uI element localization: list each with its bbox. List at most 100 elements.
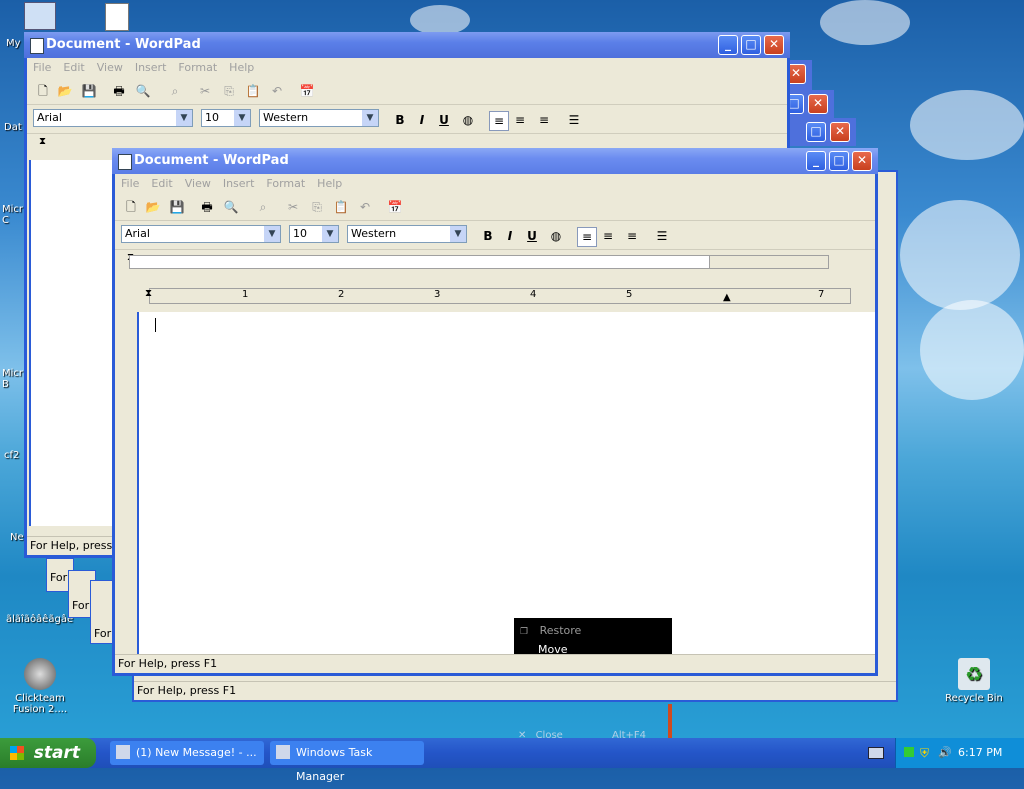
left-indent-marker-icon[interactable]: ⧗ xyxy=(39,136,46,147)
paste-icon[interactable]: 📋 xyxy=(245,83,261,99)
bold-button[interactable]: B xyxy=(391,111,409,129)
document-area[interactable] xyxy=(29,160,115,526)
close-button[interactable]: ✕ xyxy=(808,94,828,114)
cut-icon[interactable]: ✂ xyxy=(285,199,301,215)
save-icon[interactable]: 💾 xyxy=(169,199,185,215)
desktop-icon-label-my[interactable]: My xyxy=(6,38,21,49)
maximize-button[interactable]: □ xyxy=(741,35,761,55)
new-icon[interactable]: 🗋 xyxy=(35,83,51,99)
font-combo[interactable]: Arial ▼ xyxy=(121,225,281,243)
open-icon[interactable]: 📂 xyxy=(145,199,161,215)
chevron-down-icon[interactable]: ▼ xyxy=(322,226,338,242)
title-bar[interactable]: Document - WordPad _ □ ✕ xyxy=(24,32,790,58)
menu-file[interactable]: File xyxy=(115,177,145,190)
size-combo[interactable]: 10 ▼ xyxy=(201,109,251,127)
italic-button[interactable]: I xyxy=(501,227,519,245)
taskbar-item-new-message[interactable]: (1) New Message! - ... xyxy=(110,741,264,765)
bullets-button[interactable]: ☰ xyxy=(565,111,583,129)
desktop-icon-label-ne[interactable]: Ne xyxy=(10,532,24,543)
print-preview-icon[interactable]: 🔍 xyxy=(135,83,151,99)
paint-icon[interactable] xyxy=(105,3,129,31)
color-icon[interactable]: ◍ xyxy=(459,111,477,129)
right-indent-marker-icon[interactable]: ▲ xyxy=(723,292,731,303)
color-icon[interactable]: ◍ xyxy=(547,227,565,245)
network-icon[interactable] xyxy=(904,747,914,757)
align-center-button[interactable]: ≡ xyxy=(599,227,617,245)
menu-help[interactable]: Help xyxy=(311,177,348,190)
insert-datetime-icon[interactable]: 📅 xyxy=(299,83,315,99)
menu-help[interactable]: Help xyxy=(223,61,260,74)
desktop-icon-label-garbled[interactable]: ãlãîãôâêãgâê xyxy=(6,614,73,625)
chevron-down-icon[interactable]: ▼ xyxy=(176,110,192,126)
size-combo[interactable]: 10 ▼ xyxy=(289,225,339,243)
bold-button[interactable]: B xyxy=(479,227,497,245)
menu-view[interactable]: View xyxy=(91,61,129,74)
desktop-icon-label-micr-b[interactable]: Micr B xyxy=(2,368,23,390)
chevron-down-icon[interactable]: ▼ xyxy=(362,110,378,126)
script-combo[interactable]: Western ▼ xyxy=(259,109,379,127)
align-right-button[interactable]: ≡ xyxy=(535,111,553,129)
align-center-button[interactable]: ≡ xyxy=(511,111,529,129)
desktop-icon-label-dat[interactable]: Dat xyxy=(4,122,22,133)
print-icon[interactable]: 🖶 xyxy=(111,83,127,99)
new-icon[interactable]: 🗋 xyxy=(123,199,139,215)
menu-item-restore[interactable]: ❐ Restore xyxy=(520,624,581,637)
menu-file[interactable]: File xyxy=(27,61,57,74)
menu-insert[interactable]: Insert xyxy=(129,61,173,74)
print-preview-icon[interactable]: 🔍 xyxy=(223,199,239,215)
chevron-down-icon[interactable]: ▼ xyxy=(234,110,250,126)
chevron-down-icon[interactable]: ▼ xyxy=(450,226,466,242)
keyboard-icon[interactable] xyxy=(868,747,884,759)
wordpad-window-front[interactable]: Document - WordPad _ □ ✕ File Edit View Ins… xyxy=(112,148,878,676)
desktop-icon-clickteam[interactable]: Clickteam Fusion 2.... xyxy=(2,658,78,715)
copy-icon[interactable]: ⎘ xyxy=(221,83,237,99)
insert-datetime-icon[interactable]: 📅 xyxy=(387,199,403,215)
desktop-icon-label-cf2[interactable]: cf2 xyxy=(4,450,19,461)
find-icon[interactable]: ⌕ xyxy=(167,83,183,99)
cut-icon[interactable]: ✂ xyxy=(197,83,213,99)
menu-item-move[interactable]: Move xyxy=(538,643,568,656)
my-computer-icon[interactable] xyxy=(24,2,56,30)
font-combo[interactable]: Arial ▼ xyxy=(33,109,193,127)
minimize-button[interactable]: _ xyxy=(718,35,738,55)
desktop-icon-label-micr-c[interactable]: Micr C xyxy=(2,204,23,226)
menu-format[interactable]: Format xyxy=(260,177,311,190)
volume-icon[interactable]: 🔊 xyxy=(938,746,952,759)
maximize-button[interactable]: □ xyxy=(829,151,849,171)
menu-insert[interactable]: Insert xyxy=(217,177,261,190)
bullets-button[interactable]: ☰ xyxy=(653,227,671,245)
align-left-button[interactable]: ≡ xyxy=(577,227,597,247)
copy-icon[interactable]: ⎘ xyxy=(309,199,325,215)
menu-format[interactable]: Format xyxy=(172,61,223,74)
save-icon[interactable]: 💾 xyxy=(81,83,97,99)
paste-icon[interactable]: 📋 xyxy=(333,199,349,215)
find-icon[interactable]: ⌕ xyxy=(255,199,271,215)
underline-button[interactable]: U xyxy=(435,111,453,129)
clock[interactable]: 6:17 PM xyxy=(958,746,1002,759)
undo-icon[interactable]: ↶ xyxy=(269,83,285,99)
desktop-icon-recycle-bin[interactable]: ♻ Recycle Bin xyxy=(936,658,1012,704)
print-icon[interactable]: 🖶 xyxy=(199,199,215,215)
taskbar-item-task-manager[interactable]: Windows Task Manager xyxy=(270,741,424,783)
minimize-button[interactable]: _ xyxy=(806,151,826,171)
close-button[interactable]: ✕ xyxy=(830,122,850,142)
shield-icon[interactable]: ⛨ xyxy=(920,746,929,761)
title-bar[interactable]: Document - WordPad _ □ ✕ xyxy=(112,148,878,174)
document-area[interactable] xyxy=(137,312,875,654)
menu-edit[interactable]: Edit xyxy=(145,177,178,190)
chevron-down-icon[interactable]: ▼ xyxy=(264,226,280,242)
underline-button[interactable]: U xyxy=(523,227,541,245)
menu-view[interactable]: View xyxy=(179,177,217,190)
menu-edit[interactable]: Edit xyxy=(57,61,90,74)
start-button[interactable]: start xyxy=(0,738,96,768)
italic-button[interactable]: I xyxy=(413,111,431,129)
close-button[interactable]: ✕ xyxy=(852,151,872,171)
close-button[interactable]: ✕ xyxy=(764,35,784,55)
open-icon[interactable]: 📂 xyxy=(57,83,73,99)
undo-icon[interactable]: ↶ xyxy=(357,199,373,215)
align-right-button[interactable]: ≡ xyxy=(623,227,641,245)
left-indent-marker-icon[interactable]: ⧗ xyxy=(145,288,152,299)
script-combo[interactable]: Western ▼ xyxy=(347,225,467,243)
align-left-button[interactable]: ≡ xyxy=(489,111,509,131)
maximize-button[interactable]: □ xyxy=(806,122,826,142)
